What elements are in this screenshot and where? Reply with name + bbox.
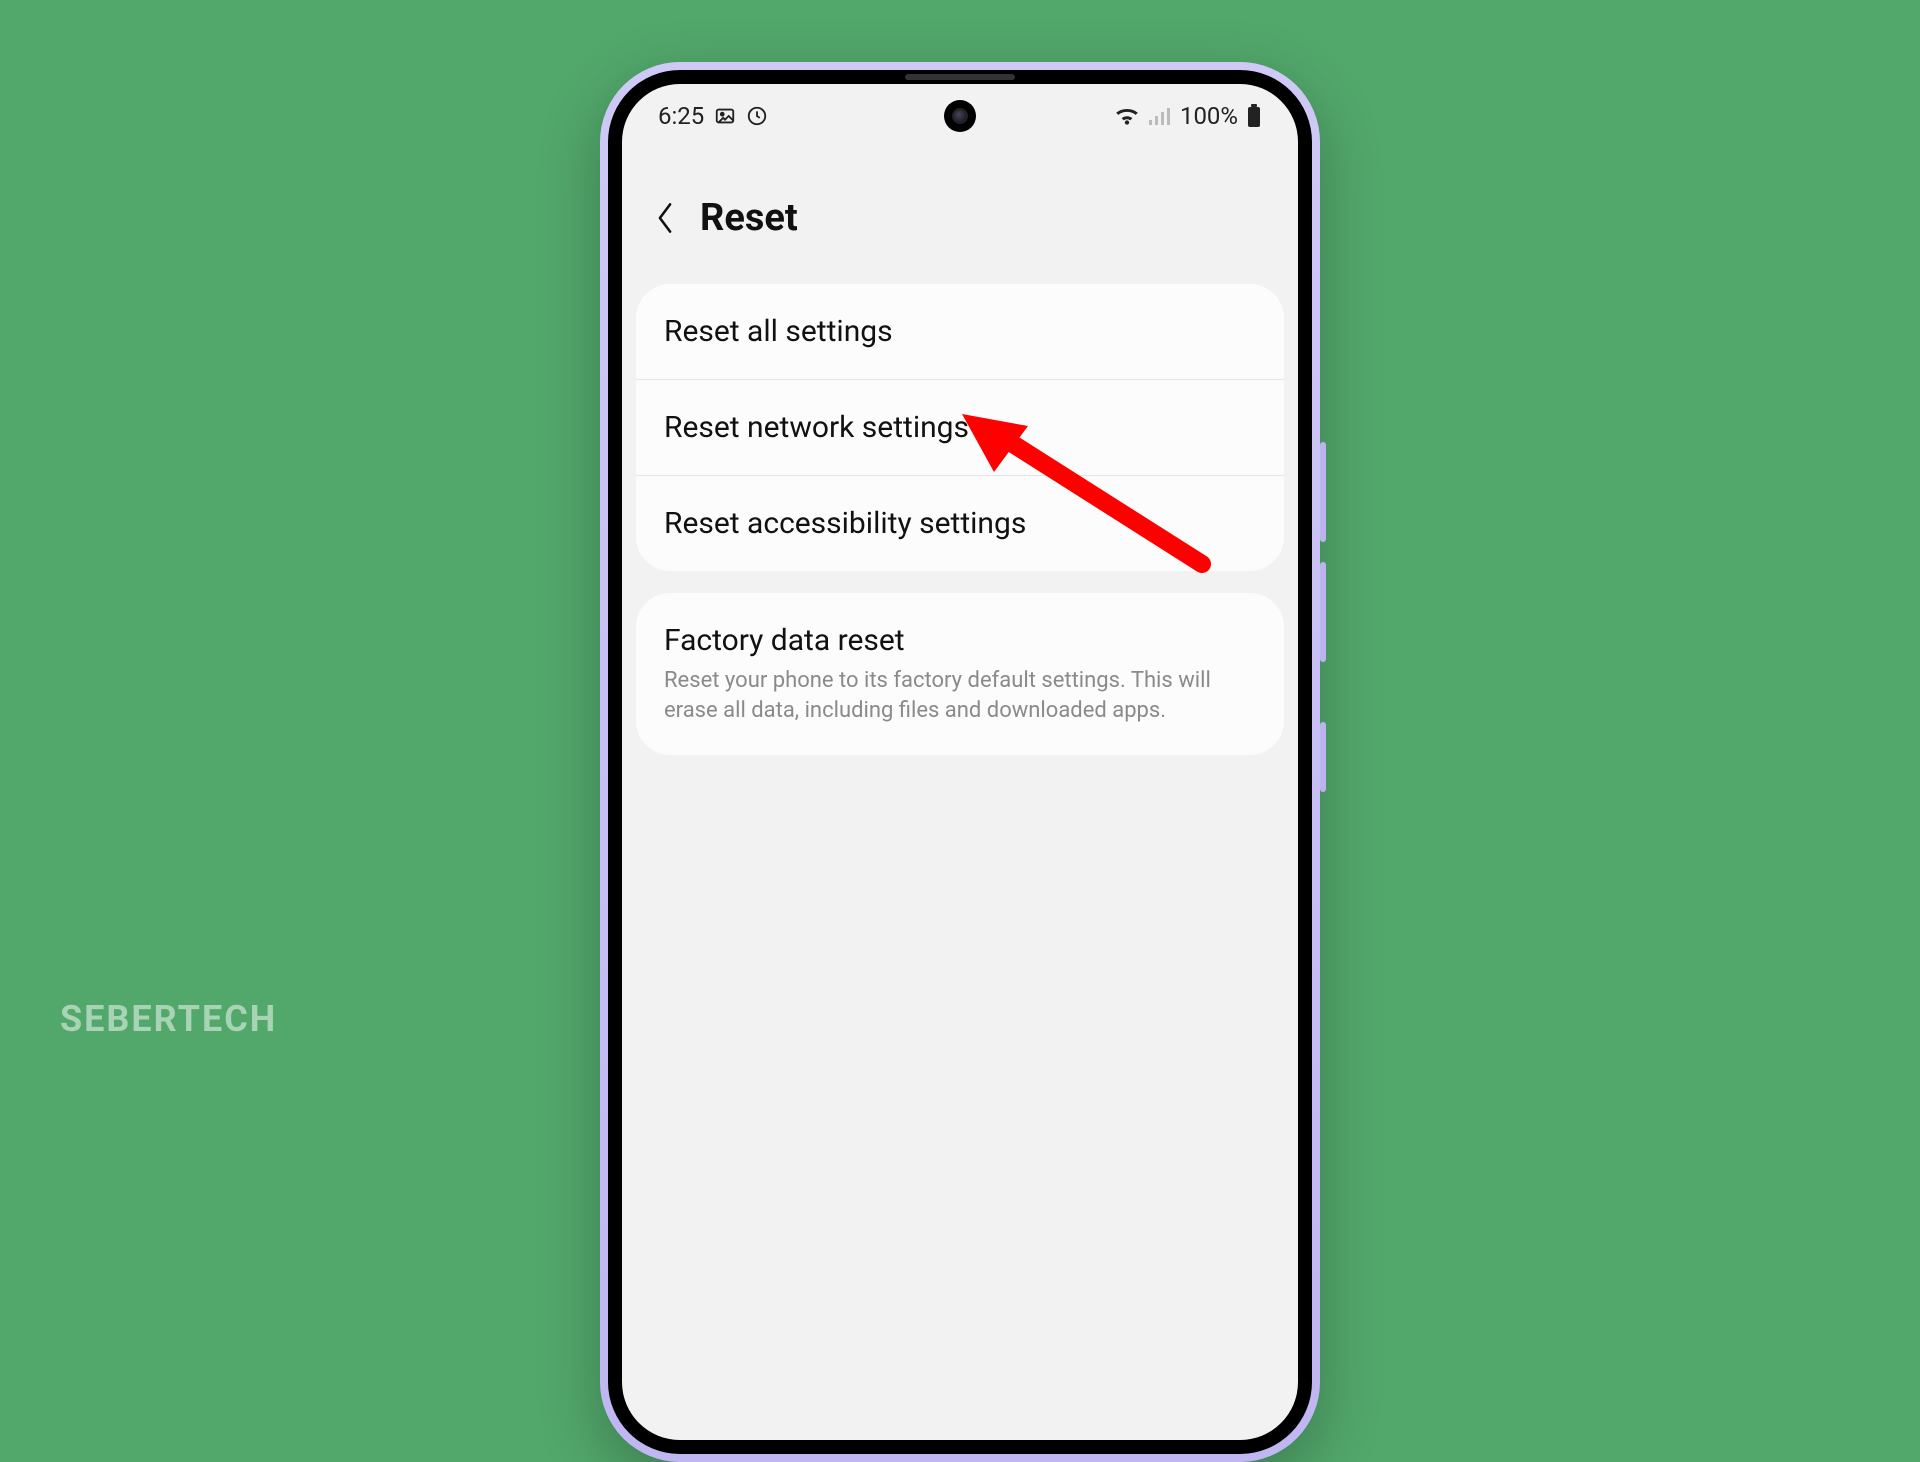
page-header: Reset bbox=[622, 136, 1298, 276]
wifi-icon bbox=[1114, 105, 1140, 127]
earpiece bbox=[905, 74, 1015, 80]
row-label: Reset all settings bbox=[664, 314, 1256, 349]
back-button[interactable] bbox=[648, 201, 682, 235]
row-label: Factory data reset bbox=[664, 623, 1256, 658]
signal-icon bbox=[1148, 106, 1172, 126]
reset-options-card: Reset all settings Reset network setting… bbox=[636, 284, 1284, 571]
watermark-text: SEBERTECH bbox=[60, 998, 277, 1040]
reset-network-settings-row[interactable]: Reset network settings bbox=[636, 379, 1284, 475]
reset-accessibility-settings-row[interactable]: Reset accessibility settings bbox=[636, 475, 1284, 571]
phone-bezel: 6:25 100% bbox=[608, 70, 1312, 1454]
front-camera bbox=[944, 100, 976, 132]
row-label: Reset accessibility settings bbox=[664, 506, 1256, 541]
battery-percent: 100% bbox=[1180, 102, 1238, 130]
page-title: Reset bbox=[700, 196, 798, 240]
battery-icon bbox=[1246, 104, 1262, 128]
power-button[interactable] bbox=[1320, 722, 1326, 792]
reset-all-settings-row[interactable]: Reset all settings bbox=[636, 284, 1284, 379]
volume-up-button[interactable] bbox=[1320, 442, 1326, 542]
phone-frame: 6:25 100% bbox=[600, 62, 1320, 1462]
factory-data-reset-row[interactable]: Factory data reset Reset your phone to i… bbox=[636, 593, 1284, 755]
sync-icon bbox=[746, 105, 768, 127]
screen: 6:25 100% bbox=[622, 84, 1298, 1440]
volume-down-button[interactable] bbox=[1320, 562, 1326, 662]
status-time: 6:25 bbox=[658, 102, 704, 130]
row-subtitle: Reset your phone to its factory default … bbox=[664, 666, 1256, 725]
gallery-icon bbox=[714, 105, 736, 127]
row-label: Reset network settings bbox=[664, 410, 1256, 445]
factory-reset-card: Factory data reset Reset your phone to i… bbox=[636, 593, 1284, 755]
